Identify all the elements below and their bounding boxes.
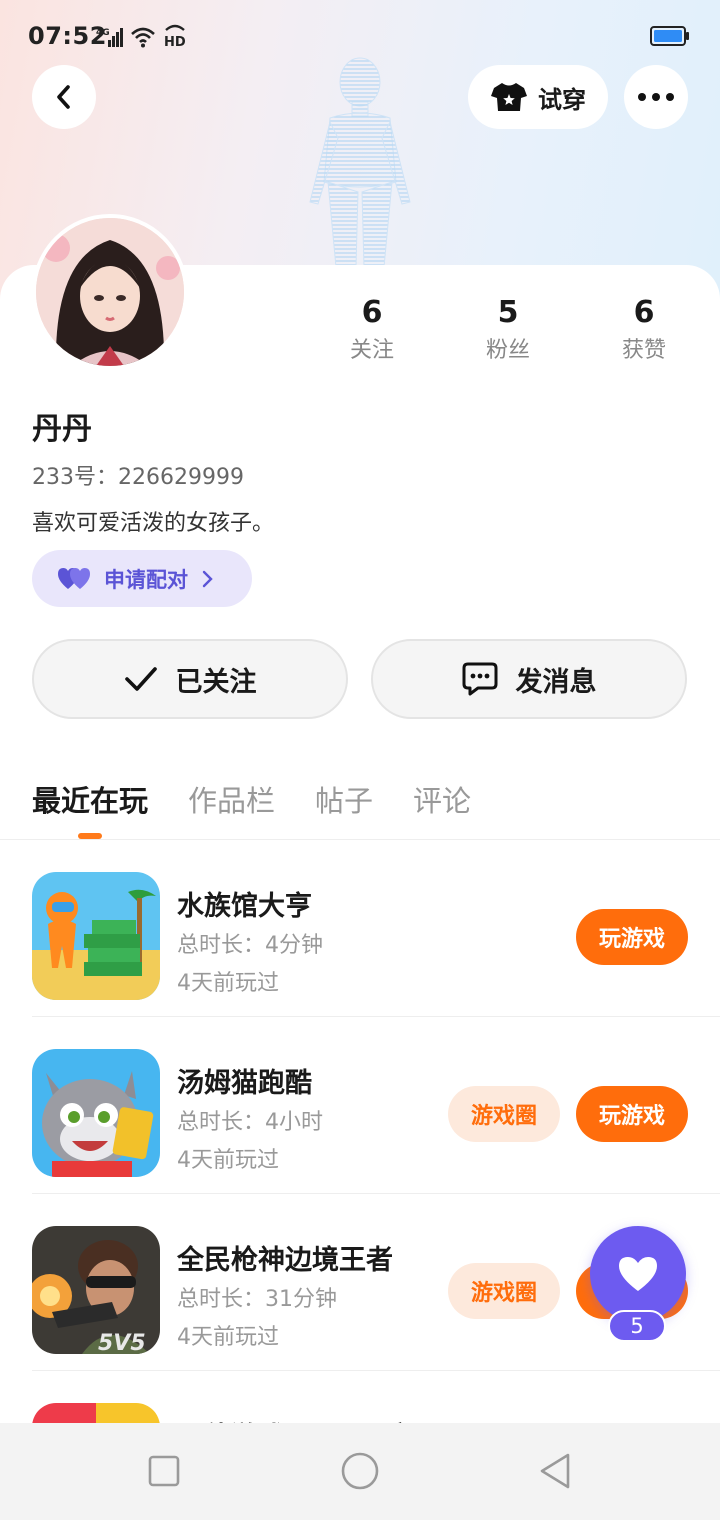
floating-like-button[interactable] bbox=[590, 1226, 686, 1322]
likes-count: 6 bbox=[633, 295, 655, 330]
profile-screen: 07:52 4G HD 试穿 6 关注 5 粉丝 6 获赞 丹丹 233号：22… bbox=[0, 0, 720, 1520]
following-label: 关注 bbox=[349, 338, 394, 363]
try-on-label: 试穿 bbox=[538, 85, 586, 114]
game-row-tom-cat[interactable]: 汤姆猫跑酷 总时长：4小时 4天前玩过 游戏圈 玩游戏 bbox=[32, 1017, 720, 1194]
check-icon bbox=[124, 667, 157, 691]
game-last-played: 4天前玩过 bbox=[177, 1148, 279, 1173]
apply-match-button[interactable]: 申请配对 bbox=[32, 550, 252, 607]
aquarium-game-icon bbox=[32, 872, 160, 1000]
play-game-button[interactable]: 玩游戏 bbox=[576, 1086, 688, 1142]
tom-cat-game-icon bbox=[32, 1049, 160, 1177]
status-bar: 07:52 4G HD bbox=[0, 0, 720, 72]
game-duration: 总时长：4小时 bbox=[177, 1110, 323, 1135]
like-count-badge: 5 bbox=[608, 1310, 666, 1342]
try-on-button[interactable]: 试穿 bbox=[468, 65, 608, 129]
wifi-icon bbox=[131, 27, 155, 48]
user-id: 233号：226629999 bbox=[32, 465, 244, 490]
game-title: 汤姆猫跑酷 bbox=[177, 1068, 312, 1099]
home-icon[interactable] bbox=[338, 1449, 382, 1493]
tab-works[interactable]: 作品栏 bbox=[188, 778, 275, 820]
game-duration: 总时长：4分钟 bbox=[177, 933, 323, 958]
game-last-played: 4天前玩过 bbox=[177, 971, 279, 996]
tab-posts[interactable]: 帖子 bbox=[315, 778, 373, 820]
send-message-label: 发消息 bbox=[515, 666, 597, 698]
chat-bubble-icon bbox=[462, 662, 497, 696]
game-circle-button[interactable]: 游戏圈 bbox=[448, 1263, 560, 1319]
recent-apps-icon[interactable] bbox=[142, 1449, 186, 1493]
double-heart-icon bbox=[58, 567, 90, 589]
hd-label: HD bbox=[164, 35, 186, 48]
game-last-played: 4天前玩过 bbox=[177, 1325, 279, 1350]
hd-icon: HD bbox=[164, 24, 186, 48]
heart-icon bbox=[619, 1257, 657, 1291]
status-icons: 4G HD bbox=[96, 24, 188, 48]
apply-match-label: 申请配对 bbox=[104, 567, 188, 592]
tshirt-icon bbox=[491, 83, 527, 111]
likes-stat[interactable]: 6 获赞 bbox=[584, 293, 704, 367]
user-bio: 喜欢可爱活泼的女孩子。 bbox=[32, 511, 275, 536]
following-count: 6 bbox=[361, 295, 383, 330]
active-tab-indicator bbox=[78, 833, 102, 839]
username: 丹丹 bbox=[32, 412, 92, 447]
followed-button[interactable]: 已关注 bbox=[32, 639, 348, 719]
likes-label: 获赞 bbox=[621, 338, 666, 363]
send-message-button[interactable]: 发消息 bbox=[371, 639, 687, 719]
game-row-aquarium[interactable]: 水族馆大亨 总时长：4分钟 4天前玩过 玩游戏 bbox=[32, 840, 720, 1017]
game-duration: 总时长：31分钟 bbox=[177, 1287, 337, 1312]
game-circle-button[interactable]: 游戏圈 bbox=[448, 1086, 560, 1142]
following-stat[interactable]: 6 关注 bbox=[312, 293, 432, 367]
game-title: 水族馆大亨 bbox=[177, 891, 312, 922]
back-icon bbox=[57, 85, 70, 109]
back-nav-icon[interactable] bbox=[534, 1449, 578, 1493]
fans-count: 5 bbox=[497, 295, 519, 330]
fans-label: 粉丝 bbox=[485, 338, 530, 363]
game-title: 全民枪神边境王者 bbox=[177, 1245, 393, 1276]
more-icon bbox=[638, 93, 674, 101]
play-game-button[interactable]: 玩游戏 bbox=[576, 909, 688, 965]
back-button[interactable] bbox=[32, 65, 96, 129]
avatar-figure-image[interactable] bbox=[290, 52, 430, 267]
chevron-right-icon bbox=[202, 570, 213, 587]
battery-icon bbox=[650, 26, 689, 46]
gun-god-icon-label: 5V5 bbox=[98, 1331, 146, 1354]
network-type-label: 4G bbox=[96, 28, 110, 38]
system-navigation-bar bbox=[0, 1423, 720, 1520]
more-options-button[interactable] bbox=[624, 65, 688, 129]
gun-god-game-icon: 5V5 bbox=[32, 1226, 160, 1354]
followed-label: 已关注 bbox=[175, 666, 257, 698]
profile-tabs: 最近在玩 作品栏 帖子 评论 bbox=[0, 770, 720, 840]
tab-comments[interactable]: 评论 bbox=[413, 778, 471, 820]
fans-stat[interactable]: 5 粉丝 bbox=[448, 293, 568, 367]
profile-stats: 6 关注 5 粉丝 6 获赞 bbox=[0, 293, 720, 373]
tab-recently-played[interactable]: 最近在玩 bbox=[32, 778, 148, 820]
signal-icon: 4G bbox=[96, 28, 123, 47]
